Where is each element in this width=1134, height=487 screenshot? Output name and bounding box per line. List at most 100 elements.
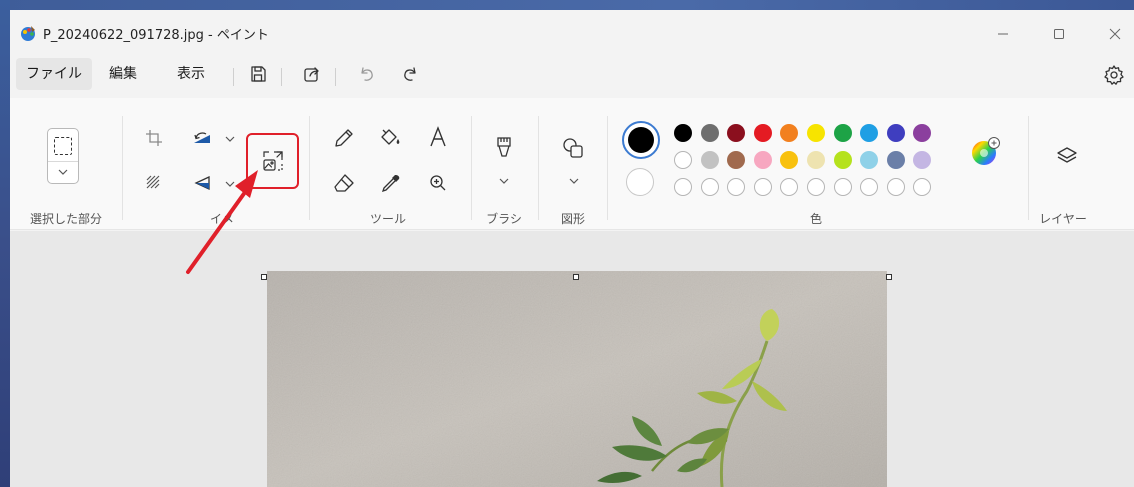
redo-button[interactable] [398, 62, 422, 86]
color-swatch[interactable] [807, 151, 825, 169]
crop-button[interactable] [142, 126, 166, 150]
custom-color-slot[interactable] [753, 178, 772, 196]
remove-background-icon [146, 175, 160, 189]
redo-icon [404, 67, 416, 81]
menu-file[interactable]: ファイル [16, 58, 92, 90]
shapes-button[interactable] [561, 136, 585, 160]
color-swatch[interactable] [700, 124, 719, 142]
save-button[interactable] [246, 62, 270, 86]
chevron-down-icon[interactable] [499, 177, 509, 185]
menu-separator [335, 68, 336, 86]
group-separator [1028, 116, 1029, 220]
save-icon [251, 66, 266, 82]
close-button[interactable] [1092, 20, 1134, 48]
share-button[interactable] [300, 62, 324, 86]
text-icon [430, 126, 446, 147]
group-separator [122, 116, 123, 220]
text-button[interactable] [426, 125, 450, 149]
chevron-down-icon[interactable] [58, 168, 68, 176]
undo-icon [361, 67, 373, 81]
custom-color-slot[interactable] [886, 178, 905, 196]
color-swatch[interactable] [860, 124, 879, 142]
chevron-down-icon[interactable] [569, 177, 579, 185]
color-swatch[interactable] [700, 151, 719, 169]
menu-bar: ファイル 編集 表示 [10, 52, 1134, 92]
title-bar[interactable]: P_20240622_091728.jpg - ペイント [10, 10, 1134, 50]
group-label-shapes: 図形 [560, 212, 586, 226]
pencil-icon [335, 129, 353, 147]
group-separator [607, 116, 608, 220]
custom-color-slot[interactable] [860, 178, 879, 196]
custom-color-slot[interactable] [913, 178, 932, 196]
resize-handle[interactable] [886, 274, 892, 280]
group-label-tools: ツール [369, 212, 407, 226]
primary-color-button[interactable] [622, 121, 660, 159]
magnifier-button[interactable] [426, 171, 450, 195]
paint-app-icon [21, 26, 35, 41]
custom-color-slot[interactable] [727, 178, 746, 196]
magnifier-icon [430, 175, 446, 191]
flip-icon [194, 175, 210, 191]
layers-button[interactable] [1055, 144, 1079, 168]
edit-colors-icon[interactable] [971, 137, 1001, 167]
desktop-background-left [0, 0, 10, 487]
window-title: P_20240622_091728.jpg - ペイント [43, 28, 269, 43]
color-swatch[interactable] [886, 151, 905, 169]
color-swatch[interactable] [860, 151, 879, 169]
menu-separator [281, 68, 282, 86]
chevron-down-icon[interactable] [225, 135, 235, 143]
group-label-image: イメ [209, 212, 235, 226]
resize-handle[interactable] [261, 274, 267, 280]
rotate-button[interactable] [190, 126, 214, 150]
paint-window: P_20240622_091728.jpg - ペイント ファイル 編集 表示 [10, 10, 1134, 487]
color-swatch[interactable] [780, 124, 799, 142]
settings-icon[interactable] [1103, 64, 1125, 86]
color-swatch[interactable] [674, 124, 692, 142]
color-swatch[interactable] [833, 151, 852, 169]
flip-button[interactable] [190, 171, 214, 195]
custom-color-slot[interactable] [700, 178, 719, 196]
color-swatch[interactable] [727, 151, 746, 169]
secondary-color-button[interactable] [626, 168, 654, 196]
remove-background-button[interactable] [142, 171, 166, 195]
menu-view[interactable]: 表示 [167, 58, 215, 90]
group-label-colors: 色 [809, 212, 823, 226]
close-icon [1109, 28, 1121, 40]
color-swatch[interactable] [913, 151, 932, 169]
undo-button[interactable] [355, 62, 379, 86]
color-picker-button[interactable] [379, 171, 403, 195]
custom-color-slot[interactable] [780, 178, 799, 196]
fill-icon [381, 129, 400, 145]
selection-button[interactable] [47, 128, 79, 184]
layers-icon [1057, 147, 1077, 163]
minimize-button[interactable] [980, 20, 1026, 48]
pencil-button[interactable] [332, 126, 356, 150]
eraser-button[interactable] [332, 171, 356, 195]
group-label-brushes: ブラシ [486, 212, 522, 226]
fill-button[interactable] [379, 126, 403, 150]
color-swatch[interactable] [833, 124, 852, 142]
minimize-icon [998, 33, 1008, 35]
custom-color-slot[interactable] [807, 178, 825, 196]
color-swatch[interactable] [886, 124, 905, 142]
color-swatch[interactable] [780, 151, 799, 169]
custom-color-slot[interactable] [833, 178, 852, 196]
maximize-button[interactable] [1036, 20, 1082, 48]
resize-handle[interactable] [573, 274, 579, 280]
color-swatch[interactable] [753, 151, 772, 169]
shapes-icon [563, 138, 583, 158]
color-swatch[interactable] [727, 124, 746, 142]
chevron-down-icon[interactable] [225, 180, 235, 188]
canvas-area[interactable] [10, 231, 1134, 487]
group-separator [471, 116, 472, 220]
brushes-button[interactable] [492, 136, 516, 160]
color-swatch[interactable] [807, 124, 825, 142]
custom-color-slot[interactable] [674, 178, 692, 196]
canvas-image[interactable] [267, 271, 887, 487]
desktop-background [0, 0, 1134, 10]
menu-edit[interactable]: 編集 [99, 58, 147, 90]
color-swatch[interactable] [913, 124, 932, 142]
color-swatch[interactable] [674, 151, 692, 169]
color-swatch[interactable] [753, 124, 772, 142]
color-picker-icon [381, 175, 400, 193]
